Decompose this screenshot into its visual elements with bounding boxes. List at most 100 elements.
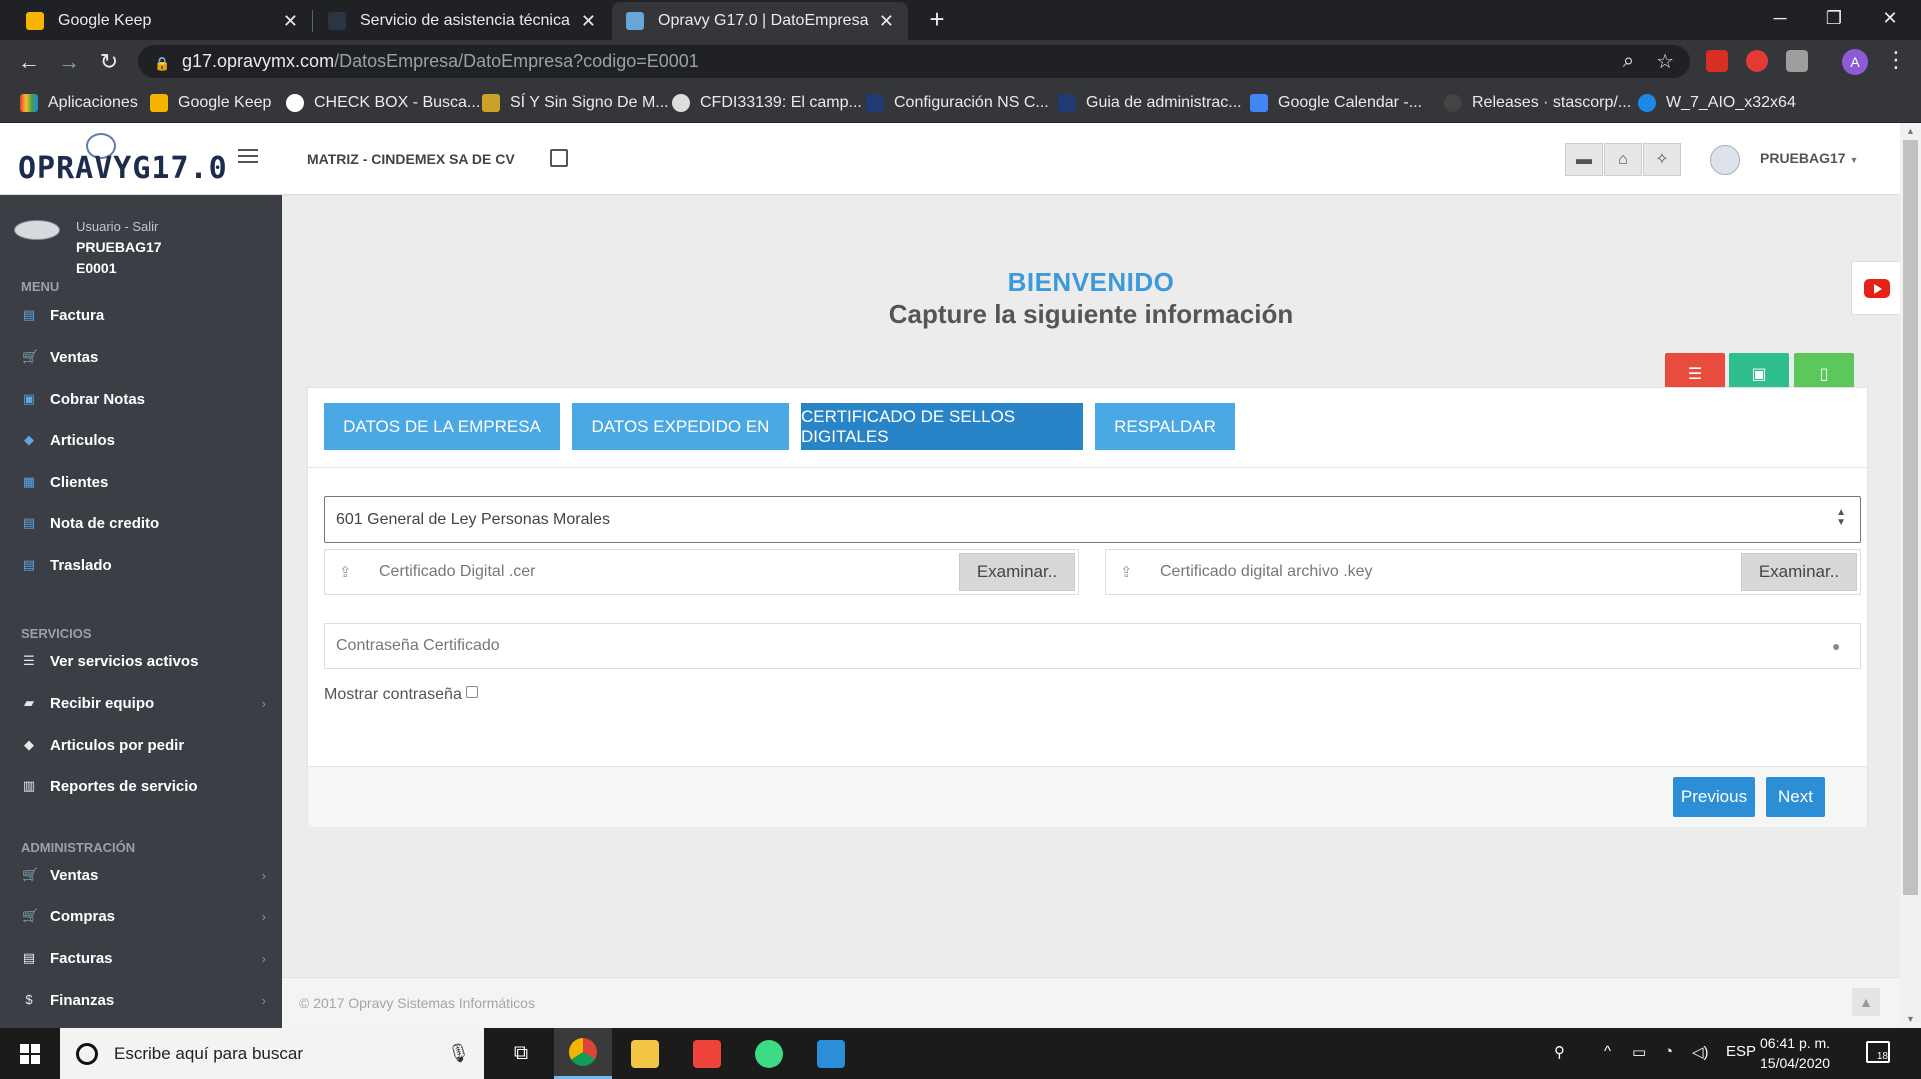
- reload-icon[interactable]: ↻: [94, 47, 124, 77]
- address-bar[interactable]: 🔒 g17.opravymx.com/DatosEmpresa/DatoEmpr…: [138, 45, 1690, 78]
- scroll-top-icon[interactable]: ▲: [1852, 988, 1880, 1016]
- notifications-icon[interactable]: 18: [1866, 1041, 1890, 1063]
- sidebar-item-clientes[interactable]: ▦ Clientes: [0, 462, 282, 502]
- support-icon: [328, 12, 346, 30]
- file-icon: ▤: [22, 515, 36, 530]
- start-button[interactable]: [0, 1028, 60, 1079]
- tab-datos-expedido[interactable]: DATOS EXPEDIDO EN: [572, 403, 789, 450]
- scroll-down-icon[interactable]: ▼: [1900, 1011, 1921, 1028]
- tab-certificado-sellos[interactable]: CERTIFICADO DE SELLOS DIGITALES: [801, 403, 1083, 450]
- scroll-up-icon[interactable]: ▲: [1900, 123, 1921, 140]
- bookmark-item[interactable]: Configuración NS C...: [866, 92, 1049, 114]
- sidebar-item-finanzas[interactable]: $ Finanzas ›: [0, 980, 282, 1020]
- cer-placeholder: Certificado Digital .cer: [379, 563, 536, 580]
- tag-icon: ◆: [24, 432, 34, 447]
- bookmark-item[interactable]: Guia de administrac...: [1058, 92, 1242, 114]
- hamburger-menu-icon[interactable]: [238, 149, 258, 165]
- bookmark-item[interactable]: Google Keep: [150, 92, 271, 114]
- star-icon[interactable]: ☆: [1656, 49, 1674, 74]
- people-icon[interactable]: ⚲: [1554, 1043, 1565, 1061]
- home-icon[interactable]: ⌂: [1604, 143, 1642, 176]
- explorer-taskbar-icon[interactable]: [616, 1028, 674, 1079]
- bookmark-item[interactable]: CHECK BOX - Busca...: [286, 92, 480, 114]
- taskbar-search[interactable]: Escribe aquí para buscar 🎙: [60, 1028, 484, 1079]
- android-studio-taskbar-icon[interactable]: [740, 1028, 798, 1079]
- sidebar-item-traslado[interactable]: ▤ Traslado: [0, 545, 282, 585]
- chrome-taskbar-icon[interactable]: [554, 1028, 612, 1079]
- forward-icon[interactable]: →: [54, 47, 84, 77]
- extension-icon[interactable]: [1706, 50, 1728, 72]
- tab-respaldar[interactable]: RESPALDAR: [1095, 403, 1235, 450]
- cer-file-input[interactable]: ⇪ Certificado Digital .cer Examinar..: [324, 549, 1079, 595]
- user-dropdown[interactable]: PRUEBAG17 ▼: [1760, 150, 1858, 166]
- back-icon[interactable]: ←: [14, 47, 44, 77]
- section-administracion: ADMINISTRACIÓN: [21, 840, 136, 855]
- sidebar-item-admin-ventas[interactable]: 🛒 Ventas ›: [0, 855, 282, 895]
- clock[interactable]: 06:41 p. m. 15/04/2020: [1760, 1033, 1830, 1073]
- wifi-icon[interactable]: ◔: [1664, 1043, 1673, 1060]
- browser-tab-opravy[interactable]: Opravy G17.0 | DatoEmpresa ✕: [612, 2, 908, 40]
- battery-icon[interactable]: ▭: [1632, 1043, 1646, 1061]
- menu-kebab-icon[interactable]: ⋮: [1885, 47, 1907, 73]
- sidebar-item-label: Ver servicios activos: [50, 652, 199, 670]
- sidebar-item-factura[interactable]: ▤ Factura: [0, 295, 282, 335]
- youtube-help-button[interactable]: [1851, 261, 1900, 315]
- minimize-icon[interactable]: ─: [1752, 0, 1808, 36]
- volume-icon[interactable]: ◁): [1692, 1043, 1709, 1061]
- scrollbar-thumb[interactable]: [1903, 140, 1918, 895]
- google-icon: [286, 94, 304, 112]
- maximize-icon[interactable]: ❐: [1806, 0, 1862, 36]
- sidebar-item-compras[interactable]: 🛒 Compras ›: [0, 896, 282, 936]
- key-file-input[interactable]: ⇪ Certificado digital archivo .key Exami…: [1105, 549, 1861, 595]
- browse-cer-button[interactable]: Examinar..: [959, 553, 1075, 591]
- page-scrollbar[interactable]: ▲ ▼: [1900, 123, 1921, 1028]
- user-avatar[interactable]: [1710, 145, 1740, 175]
- app-logo[interactable]: OPRAVYG17.0: [18, 133, 227, 189]
- logout-link[interactable]: Usuario - Salir: [76, 219, 158, 234]
- sidebar-item-recibir-equipo[interactable]: ▰ Recibir equipo ›: [0, 683, 282, 723]
- bookmark-item[interactable]: Releases · stascorp/...: [1444, 92, 1631, 114]
- close-icon[interactable]: ✕: [879, 11, 894, 32]
- browser-tab-google-keep[interactable]: Google Keep ✕: [12, 2, 312, 40]
- close-window-icon[interactable]: ✕: [1862, 0, 1918, 36]
- profile-avatar[interactable]: A: [1842, 49, 1868, 75]
- language-indicator[interactable]: ESP: [1726, 1043, 1756, 1060]
- bookmark-item[interactable]: W_7_AIO_x32x64: [1638, 92, 1796, 114]
- zoom-icon[interactable]: ⌕: [1623, 50, 1634, 73]
- sidebar-item-articulos[interactable]: ◆ Articulos: [0, 420, 282, 460]
- bookmark-item[interactable]: CFDI33139: El camp...: [672, 92, 862, 114]
- extension-icon[interactable]: [1746, 50, 1768, 72]
- extension-icon[interactable]: [1786, 50, 1808, 72]
- bookmark-item[interactable]: Google Calendar -...: [1250, 92, 1422, 114]
- tab-datos-empresa[interactable]: DATOS DE LA EMPRESA: [324, 403, 560, 450]
- sidebar-item-label: Cobrar Notas: [50, 390, 146, 408]
- regimen-fiscal-select[interactable]: 601 General de Ley Personas Morales ▲ ▼: [324, 496, 1861, 543]
- chevron-up-icon[interactable]: ^: [1604, 1043, 1611, 1060]
- sidebar-item-cobrar-notas[interactable]: ▣ Cobrar Notas: [0, 379, 282, 419]
- microphone-icon[interactable]: 🎙: [447, 1043, 470, 1064]
- new-tab-icon[interactable]: +: [922, 4, 952, 34]
- sidebar-item-ventas[interactable]: 🛒 Ventas: [0, 337, 282, 377]
- close-icon[interactable]: ✕: [283, 11, 298, 32]
- bookmark-apps[interactable]: Aplicaciones: [20, 92, 138, 114]
- previous-button[interactable]: Previous: [1673, 777, 1755, 817]
- magic-wand-icon[interactable]: ✧: [1643, 143, 1681, 176]
- vscode-taskbar-icon[interactable]: [802, 1028, 860, 1079]
- anydesk-taskbar-icon[interactable]: [678, 1028, 736, 1079]
- sidebar-item-articulos-pedir[interactable]: ◆ Articulos por pedir: [0, 725, 282, 765]
- sidebar-item-nota-credito[interactable]: ▤ Nota de credito: [0, 503, 282, 543]
- browser-tab-servicio[interactable]: Servicio de asistencia técnica : Op ✕: [314, 2, 610, 40]
- browse-key-button[interactable]: Examinar..: [1741, 553, 1857, 591]
- sidebar-item-facturas[interactable]: ▤ Facturas ›: [0, 938, 282, 978]
- next-button[interactable]: Next: [1766, 777, 1825, 817]
- show-password-checkbox[interactable]: [465, 686, 478, 698]
- sidebar-item-reportes[interactable]: ▥ Reportes de servicio: [0, 766, 282, 806]
- fullscreen-icon[interactable]: [550, 149, 568, 167]
- close-icon[interactable]: ✕: [581, 11, 596, 32]
- sidebar-item-ver-servicios[interactable]: ☰ Ver servicios activos: [0, 641, 282, 681]
- briefcase-icon[interactable]: ▬: [1565, 143, 1603, 176]
- task-view-icon[interactable]: ⧉: [492, 1028, 550, 1079]
- sidebar-item-label: Compras: [50, 907, 116, 925]
- bookmark-item[interactable]: SÍ Y Sin Signo De M...: [482, 92, 669, 114]
- password-field[interactable]: Contraseña Certificado ●: [324, 623, 1861, 669]
